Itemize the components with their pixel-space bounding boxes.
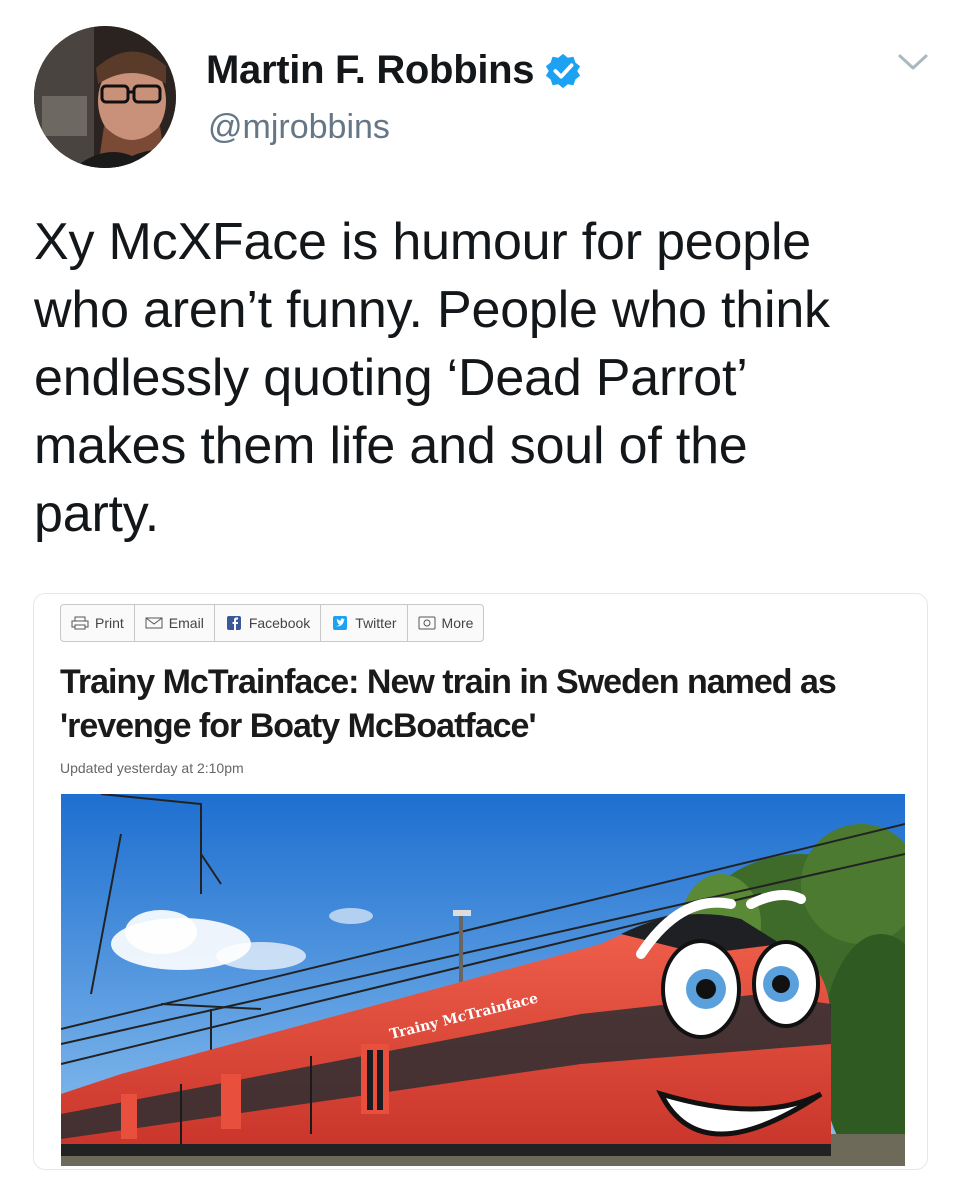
- twitter-button[interactable]: Twitter: [321, 605, 408, 641]
- facebook-label: Facebook: [248, 615, 311, 631]
- more-label: More: [441, 615, 474, 631]
- tweet-header: Martin F. Robbins @mjrobbins: [0, 0, 959, 190]
- email-button[interactable]: Email: [135, 605, 215, 641]
- more-button[interactable]: More: [408, 605, 484, 641]
- author-handle[interactable]: @mjrobbins: [208, 108, 390, 147]
- email-icon: [145, 616, 163, 630]
- author-name[interactable]: Martin F. Robbins: [206, 48, 535, 93]
- tweet-text: Xy McXFace is humour for people who aren…: [34, 213, 830, 543]
- more-icon: [418, 616, 436, 630]
- email-label: Email: [168, 615, 204, 631]
- article-headline[interactable]: Trainy McTrainface: New train in Sweden …: [60, 660, 900, 748]
- chevron-down-icon[interactable]: [896, 48, 930, 76]
- article-card[interactable]: Print Email Facebook Twitter More Trainy…: [33, 593, 928, 1170]
- share-toolbar: Print Email Facebook Twitter More: [60, 604, 485, 642]
- print-label: Print: [95, 615, 124, 631]
- article-image[interactable]: Trainy McTrainface: [61, 794, 905, 1166]
- verified-badge-icon: [544, 52, 582, 90]
- twitter-icon: [331, 616, 349, 630]
- print-button[interactable]: Print: [61, 605, 135, 641]
- facebook-icon: [225, 616, 243, 630]
- avatar[interactable]: [34, 26, 176, 168]
- print-icon: [71, 616, 89, 630]
- author-row: Martin F. Robbins: [206, 48, 582, 93]
- facebook-button[interactable]: Facebook: [215, 605, 322, 641]
- twitter-label: Twitter: [355, 615, 397, 631]
- article-updated: Updated yesterday at 2:10pm: [60, 760, 244, 776]
